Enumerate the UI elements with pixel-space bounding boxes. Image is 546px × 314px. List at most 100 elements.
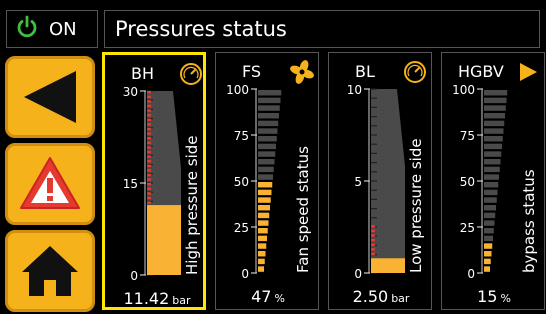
gauge-segment <box>258 243 267 249</box>
gauge-segment <box>484 97 507 104</box>
alarm-mark <box>147 141 151 144</box>
gauge-segment <box>484 159 501 165</box>
valve-icon <box>520 63 537 81</box>
left-triangle-icon <box>24 71 76 123</box>
alarm-mark <box>147 178 151 181</box>
gauge-label: Low pressure side <box>407 138 425 273</box>
gauge-segment <box>258 136 277 142</box>
gauge-segment <box>484 90 508 96</box>
gauge-icon <box>404 61 426 83</box>
tick-label: 50 <box>234 175 249 189</box>
gauge-label: Fan speed status <box>294 146 312 273</box>
gauge-value: 47% <box>251 287 285 306</box>
gauge-segment <box>484 166 500 173</box>
gauge-fill <box>155 205 181 275</box>
alarm-mark <box>147 118 151 121</box>
gauge-segment <box>484 212 496 219</box>
gauge-segment <box>484 136 503 142</box>
gauge-panel-hgbv[interactable]: HGBV 100 75 50 25 0 bypass status 15% <box>441 52 545 310</box>
gauge-segment <box>258 258 265 265</box>
warning-icon <box>20 157 80 209</box>
gauge-fill <box>379 258 405 273</box>
tick-label: 0 <box>467 267 475 281</box>
gauge-segment <box>258 143 276 150</box>
gauge-segment <box>484 266 490 272</box>
gauge-segment <box>484 197 497 203</box>
gauge-segment <box>258 220 269 226</box>
gauge-value: 2.50 bar <box>353 287 410 306</box>
alarm-mark <box>371 243 375 246</box>
tick-label: 100 <box>452 83 475 97</box>
alarm-mark <box>147 132 151 135</box>
gauge-segment <box>258 174 273 180</box>
gauge-segment <box>484 228 494 234</box>
alarm-mark <box>147 169 151 172</box>
alarm-mark <box>147 137 151 140</box>
gauge-segment <box>258 120 279 127</box>
alarm-mark <box>147 173 151 177</box>
gauge-segment <box>258 205 270 211</box>
gauge-label: High pressure side <box>183 135 201 275</box>
alarm-mark <box>147 155 151 158</box>
gauge-panel-bl[interactable]: BL 10 5 0 Low pressure side 2.50 bar <box>328 52 432 310</box>
tick-label: 25 <box>460 221 475 235</box>
alarm-mark <box>147 114 151 117</box>
alarm-mark <box>147 196 151 200</box>
gauge-segment <box>258 197 271 203</box>
alarm-mark <box>371 238 375 242</box>
gauge-code: HGBV <box>458 62 504 81</box>
gauge-value: 11.42 bar <box>123 289 191 308</box>
alarm-mark <box>371 225 375 228</box>
gauge-segment <box>484 120 505 127</box>
alarm-mark <box>147 95 151 98</box>
gauge-segment <box>484 189 498 196</box>
home-button[interactable] <box>5 230 95 312</box>
tick-label: 0 <box>354 267 362 281</box>
gauge-segment <box>258 235 267 242</box>
gauge-segment <box>484 205 496 211</box>
gauge-segment <box>258 251 266 257</box>
tick-label: 50 <box>460 175 475 189</box>
power-label: ON <box>49 18 77 40</box>
power-icon <box>15 15 39 43</box>
alarm-button[interactable] <box>5 143 95 225</box>
gauge-segment <box>258 97 281 104</box>
gauge-segment <box>258 228 268 234</box>
gauge-code: FS <box>242 62 261 81</box>
page-title: Pressures status <box>104 10 540 48</box>
gauge-segment <box>484 105 506 111</box>
gauge-segment <box>484 128 504 134</box>
alarm-mark <box>147 146 151 149</box>
gauge-panel-bh[interactable]: BH 30 15 0 High pressure side 11.42 bar <box>102 52 206 310</box>
alarm-mark <box>147 100 151 103</box>
alarm-mark <box>371 234 375 237</box>
gauge-segment <box>484 235 493 242</box>
alarm-mark <box>147 127 151 131</box>
alarm-mark <box>147 183 151 186</box>
alarm-mark <box>147 192 151 195</box>
tick-label: 15 <box>123 177 138 191</box>
gauge-segment <box>484 143 502 150</box>
gauge-segment <box>258 212 270 219</box>
alarm-mark <box>147 109 151 112</box>
gauge-segment <box>258 105 280 111</box>
gauge-icon <box>180 63 202 85</box>
power-status[interactable]: ON <box>6 10 98 48</box>
gauge-segment <box>258 113 279 119</box>
alarm-mark <box>371 248 375 251</box>
alarm-mark <box>147 150 151 154</box>
gauge-code: BL <box>355 62 375 81</box>
gauge-segment <box>484 113 505 119</box>
gauge-panel-fs[interactable]: FS 100 75 50 25 0 Fan speed status 47% <box>215 52 319 310</box>
alarm-mark <box>147 104 151 108</box>
alarm-mark <box>147 201 151 204</box>
gauge-label: bypass status <box>520 169 538 273</box>
alarm-mark <box>371 229 375 233</box>
back-button[interactable] <box>5 56 95 138</box>
gauge-code: BH <box>131 64 154 83</box>
alarm-mark <box>147 187 151 190</box>
alarm-mark <box>147 123 151 126</box>
gauge-segment <box>484 251 492 257</box>
gauge-segment <box>484 220 495 226</box>
gauge-segment <box>484 243 493 249</box>
